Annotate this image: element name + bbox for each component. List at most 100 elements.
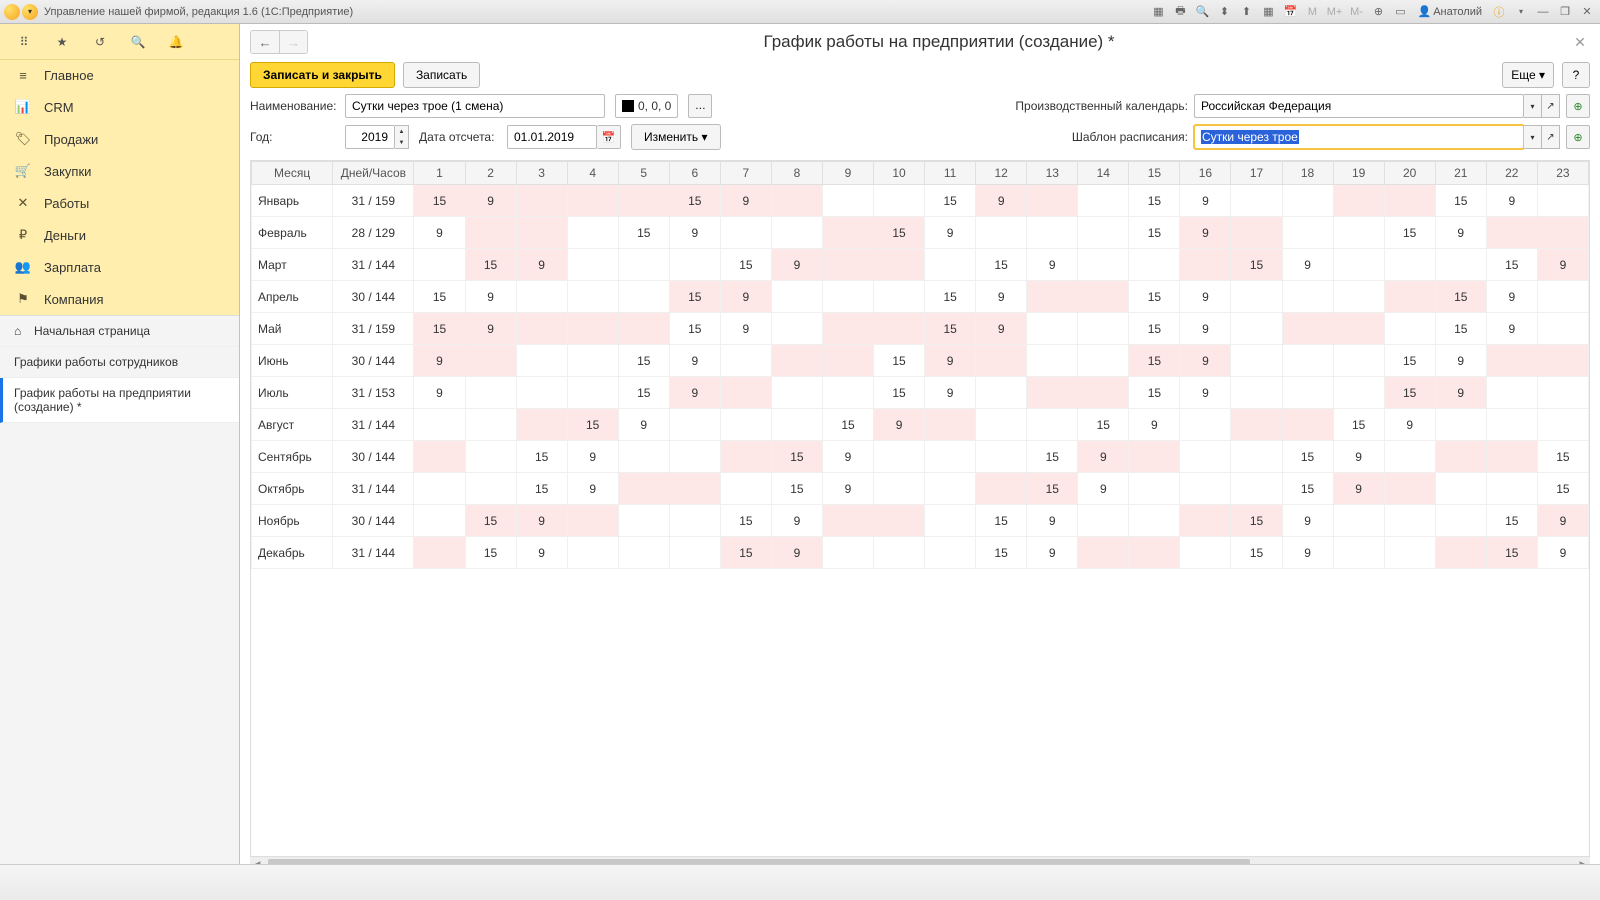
day-cell[interactable]: 9 xyxy=(1180,313,1231,345)
day-cell[interactable] xyxy=(516,313,567,345)
day-cell[interactable] xyxy=(925,537,976,569)
day-cell[interactable] xyxy=(874,185,925,217)
maximize-icon[interactable]: ❐ xyxy=(1556,4,1574,20)
day-cell[interactable] xyxy=(1435,505,1486,537)
day-cell[interactable] xyxy=(1027,217,1078,249)
day-cell[interactable]: 15 xyxy=(1027,441,1078,473)
day-cell[interactable]: 9 xyxy=(516,249,567,281)
day-cell[interactable] xyxy=(1231,281,1282,313)
day-cell[interactable]: 15 xyxy=(720,505,771,537)
day-cell[interactable] xyxy=(822,249,873,281)
day-cell[interactable]: 9 xyxy=(1129,409,1180,441)
day-cell[interactable] xyxy=(822,345,873,377)
day-cell[interactable] xyxy=(1129,473,1180,505)
day-cell[interactable]: 9 xyxy=(1180,345,1231,377)
day-cell[interactable]: 9 xyxy=(1180,185,1231,217)
day-cell[interactable] xyxy=(1129,505,1180,537)
day-cell[interactable] xyxy=(1282,409,1333,441)
day-cell[interactable] xyxy=(567,537,618,569)
day-cell[interactable] xyxy=(1333,185,1384,217)
day-cell[interactable]: 15 xyxy=(618,345,669,377)
day-cell[interactable] xyxy=(567,249,618,281)
day-cell[interactable]: 9 xyxy=(720,281,771,313)
day-cell[interactable] xyxy=(1384,313,1435,345)
day-cell[interactable] xyxy=(465,217,516,249)
day-cell[interactable] xyxy=(567,345,618,377)
day-cell[interactable]: 15 xyxy=(1282,441,1333,473)
day-cell[interactable] xyxy=(771,345,822,377)
day-cell[interactable]: 9 xyxy=(1078,441,1129,473)
day-cell[interactable] xyxy=(1027,281,1078,313)
template-input[interactable]: Сутки через трое xyxy=(1194,125,1524,149)
day-cell[interactable] xyxy=(465,409,516,441)
day-cell[interactable] xyxy=(1435,473,1486,505)
day-cell[interactable]: 15 xyxy=(976,249,1027,281)
os-taskbar[interactable] xyxy=(0,864,1600,900)
day-cell[interactable]: 15 xyxy=(976,505,1027,537)
day-cell[interactable]: 9 xyxy=(414,217,465,249)
day-cell[interactable] xyxy=(976,345,1027,377)
day-cell[interactable] xyxy=(669,409,720,441)
day-cell[interactable] xyxy=(618,185,669,217)
search-icon[interactable]: 🔍 xyxy=(128,32,148,52)
day-cell[interactable] xyxy=(925,249,976,281)
day-cell[interactable] xyxy=(618,473,669,505)
color-field[interactable]: 0, 0, 0 xyxy=(615,94,678,118)
day-cell[interactable] xyxy=(1537,313,1588,345)
day-cell[interactable]: 9 xyxy=(1282,505,1333,537)
day-cell[interactable] xyxy=(1078,537,1129,569)
tb-save-icon[interactable]: ▦ xyxy=(1150,4,1168,20)
day-cell[interactable] xyxy=(874,249,925,281)
day-cell[interactable]: 9 xyxy=(720,185,771,217)
apps-icon[interactable]: ⠿ xyxy=(14,32,34,52)
tb-mminus-icon[interactable]: M- xyxy=(1348,4,1366,20)
day-cell[interactable]: 9 xyxy=(1486,281,1537,313)
day-cell[interactable] xyxy=(1486,473,1537,505)
day-cell[interactable] xyxy=(822,505,873,537)
day-cell[interactable] xyxy=(669,537,720,569)
day-cell[interactable]: 15 xyxy=(874,217,925,249)
day-cell[interactable] xyxy=(1078,217,1129,249)
day-cell[interactable] xyxy=(1078,281,1129,313)
day-cell[interactable]: 15 xyxy=(465,249,516,281)
day-cell[interactable] xyxy=(1333,313,1384,345)
day-cell[interactable] xyxy=(516,217,567,249)
nav-item-4[interactable]: ✕Работы xyxy=(0,187,239,219)
day-cell[interactable]: 15 xyxy=(465,505,516,537)
day-cell[interactable] xyxy=(1180,409,1231,441)
day-cell[interactable] xyxy=(1231,473,1282,505)
day-cell[interactable]: 9 xyxy=(771,537,822,569)
day-cell[interactable] xyxy=(1537,345,1588,377)
day-cell[interactable] xyxy=(516,345,567,377)
tb-calc-icon[interactable]: ▦ xyxy=(1260,4,1278,20)
day-cell[interactable] xyxy=(618,313,669,345)
day-cell[interactable] xyxy=(976,377,1027,409)
day-cell[interactable] xyxy=(1435,441,1486,473)
day-cell[interactable] xyxy=(1231,217,1282,249)
day-cell[interactable] xyxy=(1078,185,1129,217)
tb-windows-icon[interactable]: ▭ xyxy=(1392,4,1410,20)
day-cell[interactable]: 15 xyxy=(822,409,873,441)
day-cell[interactable]: 9 xyxy=(822,441,873,473)
tb-info-dd-icon[interactable]: ▾ xyxy=(1512,4,1530,20)
day-cell[interactable] xyxy=(414,537,465,569)
day-cell[interactable]: 9 xyxy=(925,217,976,249)
day-cell[interactable] xyxy=(874,441,925,473)
date-input[interactable] xyxy=(507,125,597,149)
day-cell[interactable]: 15 xyxy=(1129,185,1180,217)
day-cell[interactable]: 9 xyxy=(771,505,822,537)
day-cell[interactable]: 9 xyxy=(669,345,720,377)
day-cell[interactable] xyxy=(1078,345,1129,377)
tb-mplus-icon[interactable]: M+ xyxy=(1326,4,1344,20)
day-cell[interactable] xyxy=(1537,217,1588,249)
day-cell[interactable]: 15 xyxy=(669,313,720,345)
day-cell[interactable] xyxy=(1027,409,1078,441)
day-cell[interactable]: 9 xyxy=(771,249,822,281)
day-cell[interactable]: 15 xyxy=(1486,505,1537,537)
day-cell[interactable] xyxy=(567,217,618,249)
day-cell[interactable]: 9 xyxy=(720,313,771,345)
day-cell[interactable] xyxy=(1282,377,1333,409)
day-cell[interactable] xyxy=(822,217,873,249)
day-cell[interactable] xyxy=(465,377,516,409)
save-close-button[interactable]: Записать и закрыть xyxy=(250,62,395,88)
